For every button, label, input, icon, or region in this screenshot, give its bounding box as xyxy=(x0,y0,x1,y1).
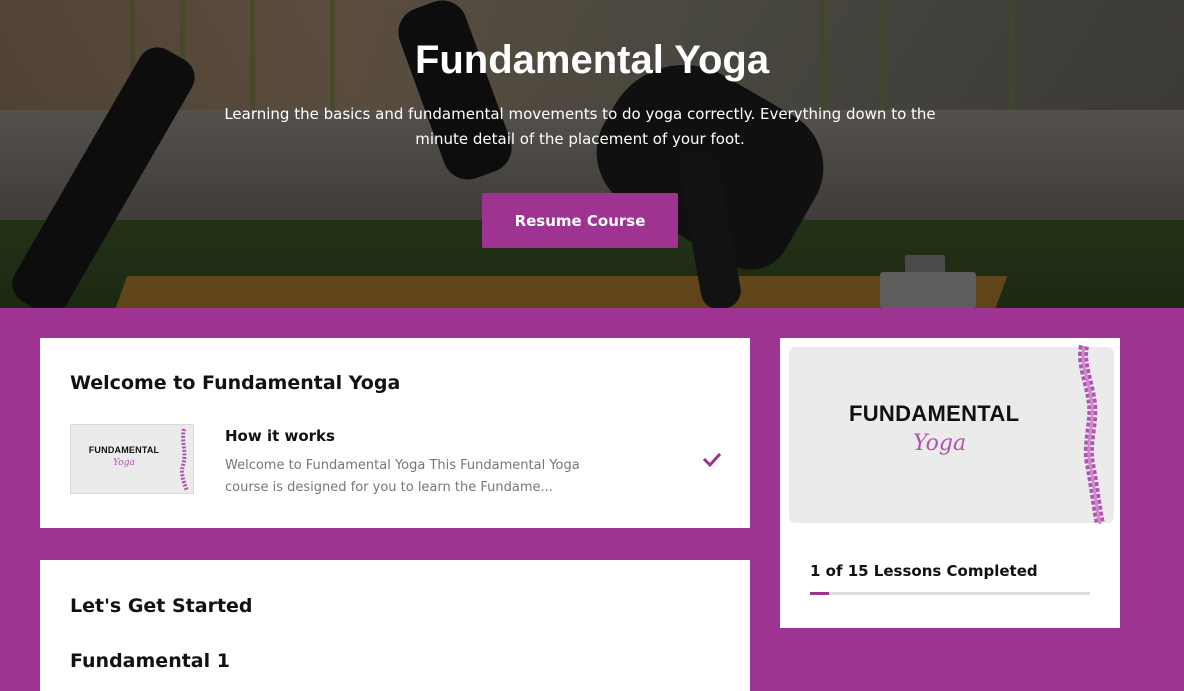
progress-bar-fill xyxy=(810,592,829,595)
section-title: Welcome to Fundamental Yoga xyxy=(70,372,401,394)
check-icon xyxy=(702,452,722,468)
spine-illustration xyxy=(1078,344,1105,525)
lesson-thumbnail[interactable]: FUNDAMENTAL Yoga xyxy=(70,424,194,494)
lessons-completed-text: 1 of 15 Lessons Completed xyxy=(810,562,1038,580)
hero-banner: Fundamental Yoga Learning the basics and… xyxy=(0,0,1184,308)
course-description: Learning the basics and fundamental move… xyxy=(224,105,936,148)
course-image-subtitle: Yoga xyxy=(913,431,967,456)
course-title: Fundamental Yoga xyxy=(414,38,770,82)
progress-bar xyxy=(810,592,1090,595)
course-image-title: FUNDAMENTAL xyxy=(849,401,1020,426)
module-title[interactable]: Fundamental 1 xyxy=(70,650,230,672)
course-image: FUNDAMENTAL Yoga xyxy=(784,342,1116,526)
welcome-section-card: Welcome to Fundamental Yoga FUNDAMENTAL … xyxy=(40,338,750,528)
resume-course-button[interactable]: Resume Course xyxy=(482,193,678,248)
course-image-inner: FUNDAMENTAL Yoga xyxy=(789,347,1114,523)
lesson-title[interactable]: How it works xyxy=(225,427,335,445)
lesson-excerpt: Welcome to Fundamental Yoga This Fundame… xyxy=(225,458,580,495)
course-progress-card: FUNDAMENTAL Yoga 1 of 15 Lessons Complet… xyxy=(780,338,1120,628)
lesson-item-how-it-works[interactable]: FUNDAMENTAL Yoga How it works Welcome to… xyxy=(70,424,722,495)
lets-get-started-card: Let's Get Started Fundamental 1 xyxy=(40,560,750,691)
section-title: Let's Get Started xyxy=(70,595,253,617)
spine-illustration xyxy=(180,428,189,492)
